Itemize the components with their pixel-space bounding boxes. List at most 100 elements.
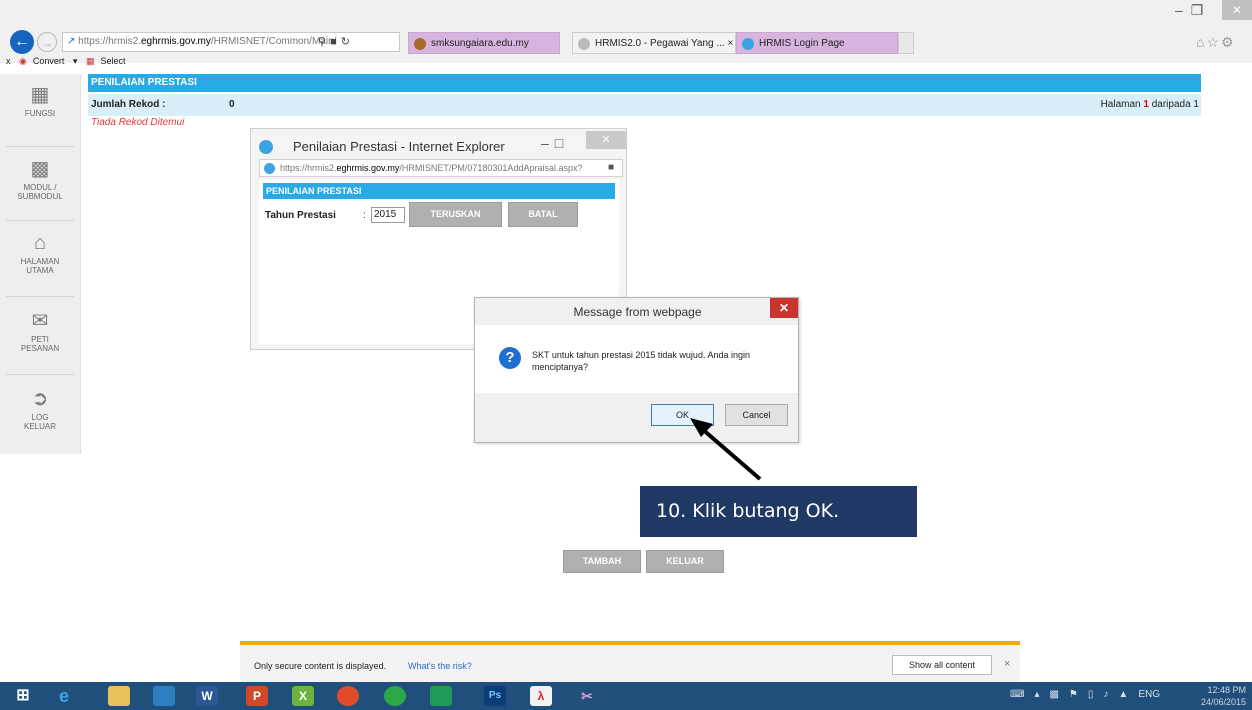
address-actions[interactable]: ⚲■↻	[318, 33, 354, 51]
instruction-callout: 10. Klik butang OK.	[640, 486, 917, 537]
cmdbar-close[interactable]: x	[6, 56, 11, 66]
tab-label: HRMIS Login Page	[759, 38, 845, 49]
home-icon: ⌂	[33, 232, 47, 254]
language-indicator[interactable]: ENG	[1138, 689, 1160, 700]
record-bar: Jumlah Rekod : 0 Halaman 1 daripada 1	[88, 94, 1201, 116]
flag-icon[interactable]: ⚑	[1069, 689, 1088, 700]
teruskan-button[interactable]: TERUSKAN	[409, 202, 502, 227]
record-count-label: Jumlah Rekod :	[91, 99, 166, 110]
lock-icon: ■	[608, 162, 615, 173]
sidebar-item-label: HALAMAN UTAMA	[20, 257, 60, 275]
store-icon[interactable]	[430, 686, 452, 706]
lock-icon: ■	[330, 36, 341, 48]
page-title: PENILAIAN PRESTASI	[88, 74, 1201, 92]
record-count: 0	[229, 99, 235, 110]
show-all-content-button[interactable]: Show all content	[892, 655, 992, 675]
sidebar-item-fungsi[interactable]: ▦ FUNGSI	[0, 84, 80, 118]
file-explorer-icon[interactable]	[108, 686, 130, 706]
clock[interactable]: 12:48 PM 24/06/2015	[1201, 684, 1246, 708]
page-suffix: daripada 1	[1148, 99, 1199, 110]
keluar-button[interactable]: KELUAR	[646, 550, 724, 573]
sidebar-item-modul[interactable]: ▩ MODUL / SUBMODUL	[0, 158, 80, 201]
sidebar-item-peti-pesanan[interactable]: ✉ PETI PESANAN	[0, 310, 80, 353]
sidebar-item-halaman-utama[interactable]: ⌂ HALAMAN UTAMA	[0, 232, 80, 275]
start-windows-icon[interactable]: ⊞	[12, 686, 34, 706]
excel-tool-icon[interactable]: X	[292, 686, 314, 706]
question-icon: ?	[499, 347, 521, 369]
tab-smksungaiara[interactable]: smksungaiara.edu.my	[408, 32, 560, 54]
tray-arrow-icon[interactable]: ▴	[1034, 689, 1049, 700]
powerpoint-icon[interactable]: P	[246, 686, 268, 706]
sidebar-item-label: MODUL / SUBMODUL	[17, 183, 63, 201]
acrobat-icon[interactable]: λ	[530, 686, 552, 706]
volume-icon[interactable]: ♪	[1103, 689, 1118, 700]
convert-icon: ◉	[19, 56, 27, 66]
popup-header: PENILAIAN PRESTASI	[263, 183, 615, 199]
minimize-icon[interactable]: –	[541, 135, 555, 151]
browser-toolbar-icons[interactable]: ⌂☆⚙	[1196, 34, 1236, 51]
system-tray-icons[interactable]: ⌨▴▩⚑▯♪▲ENG	[1010, 689, 1160, 700]
home-icon[interactable]: ⌂	[1196, 34, 1206, 50]
dialog-title: Message from webpage	[573, 305, 702, 319]
restore-icon[interactable]: ❐	[1191, 2, 1212, 18]
tab-label: HRMIS2.0 - Pegawai Yang ... ×	[595, 38, 734, 49]
minimize-icon[interactable]: –	[1175, 2, 1191, 18]
convert-button[interactable]: Convert	[33, 56, 65, 66]
new-tab-button[interactable]	[898, 32, 914, 54]
battery-icon[interactable]: ▯	[1088, 689, 1104, 700]
popup-window-controls[interactable]: –□	[541, 135, 569, 151]
divider	[6, 296, 74, 297]
window-controls[interactable]: –❐	[1175, 2, 1211, 19]
popup-title: Penilaian Prestasi - Internet Explorer	[293, 139, 505, 154]
popup-address-host: eghrmis.gov.my	[336, 163, 400, 173]
dialog-message: SKT untuk tahun prestasi 2015 tidak wuju…	[532, 350, 750, 372]
dialog-close-icon[interactable]: ✕	[770, 298, 798, 318]
message-dialog: Message from webpage ✕ ? SKT untuk tahun…	[474, 297, 799, 443]
ie-small-icon	[264, 163, 275, 174]
select-button[interactable]: Select	[100, 56, 125, 66]
network-icon[interactable]: ▩	[1049, 689, 1068, 700]
settings-gear-icon[interactable]: ⚙	[1221, 34, 1236, 50]
tab-hrmis-pegawai[interactable]: HRMIS2.0 - Pegawai Yang ... ×	[572, 32, 736, 54]
word-icon[interactable]: W	[196, 686, 218, 706]
favorites-star-icon[interactable]: ☆	[1206, 34, 1221, 50]
back-arrow-icon[interactable]: ←	[10, 30, 34, 54]
photoshop-icon[interactable]: Ps	[484, 686, 506, 706]
snipping-tool-icon[interactable]: ✂	[576, 686, 598, 706]
signal-icon[interactable]: ▲	[1118, 689, 1138, 700]
restore-icon[interactable]: □	[555, 135, 569, 151]
divider	[6, 220, 74, 221]
network-app-icon[interactable]	[384, 686, 406, 706]
divider	[6, 146, 74, 147]
forward-arrow-icon[interactable]: →	[37, 32, 57, 52]
popup-address-bar[interactable]: https://hrmis2.eghrmis.gov.my/HRMISNET/P…	[259, 159, 623, 177]
window-close-icon[interactable]: ✕	[1222, 0, 1252, 20]
popup-close-icon[interactable]: ✕	[586, 131, 626, 149]
no-record-message: Tiada Rekod Ditemui	[91, 117, 185, 128]
cancel-button[interactable]: Cancel	[725, 404, 788, 426]
ie-taskbar-icon[interactable]: e	[53, 686, 75, 706]
desktop-app-icon[interactable]	[153, 686, 175, 706]
address-icon: ↗	[67, 36, 79, 47]
info-bar: Only secure content is displayed. What's…	[240, 641, 1020, 682]
divider	[6, 374, 74, 375]
tiles-icon: ▩	[30, 158, 50, 180]
sidebar: ▦ FUNGSI ▩ MODUL / SUBMODUL ⌂ HALAMAN UT…	[0, 74, 81, 454]
tambah-button[interactable]: TAMBAH	[563, 550, 641, 573]
search-icon[interactable]: ⚲	[318, 36, 330, 48]
keyboard-icon[interactable]: ⌨	[1010, 689, 1034, 700]
tab-hrmis-login[interactable]: HRMIS Login Page	[736, 32, 898, 54]
refresh-icon[interactable]: ↻	[341, 36, 354, 48]
whats-the-risk-link[interactable]: What's the risk?	[408, 661, 472, 671]
dropdown-icon[interactable]: ▾	[73, 56, 78, 66]
batal-button[interactable]: BATAL	[508, 202, 578, 227]
ok-button[interactable]: OK	[651, 404, 714, 426]
tahun-prestasi-input[interactable]: 2015	[371, 207, 405, 223]
sidebar-item-log-keluar[interactable]: ➲ LOG KELUAR	[0, 388, 80, 431]
chrome-icon[interactable]	[337, 686, 359, 706]
taskbar: ⊞ e W P X Ps λ ✂ ⌨▴▩⚑▯♪▲ENG 12:48 PM 24/0…	[0, 682, 1252, 710]
address-host: eghrmis.gov.my	[140, 36, 211, 47]
popup-address-prefix: https://hrmis2.	[280, 163, 337, 173]
info-bar-close-icon[interactable]: ×	[1004, 658, 1010, 670]
command-bar: x ◉ Convert ▾ ▦ Select	[0, 55, 1252, 67]
